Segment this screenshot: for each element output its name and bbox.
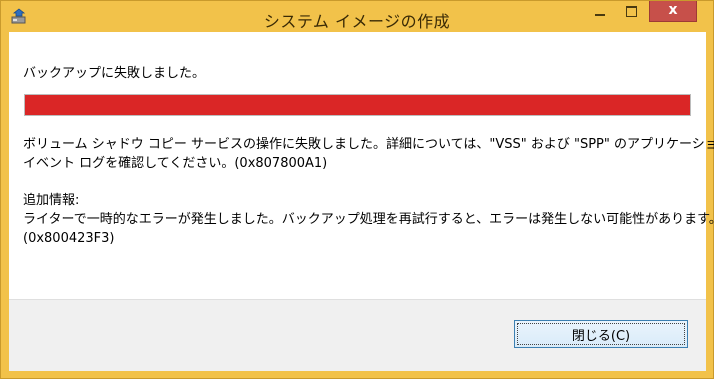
dialog-window: システム イメージの作成 x バックアップに失敗しました。 ボリューム シャドウ… (0, 0, 714, 379)
maximize-button[interactable] (618, 1, 645, 22)
progress-bar (24, 94, 691, 116)
close-window-button[interactable]: x (649, 1, 697, 22)
error-message-line-2: イベント ログを確認してください。(0x807800A1) (23, 156, 328, 171)
additional-info-title: 追加情報: (23, 193, 80, 208)
title-bar[interactable]: システム イメージの作成 x (1, 1, 713, 32)
dialog-footer: 閉じる(C) (9, 299, 706, 371)
close-button[interactable]: 閉じる(C) (514, 320, 688, 348)
close-icon: x (668, 2, 678, 18)
close-button-label: 閉じる(C) (517, 323, 685, 345)
error-message-line-1: ボリューム シャドウ コピー サービスの操作に失敗しました。詳細については、"V… (23, 137, 714, 152)
additional-info-line-2: (0x800423F3) (23, 231, 115, 246)
progress-bar-fill (25, 95, 690, 115)
minimize-button[interactable] (587, 1, 614, 22)
additional-info-line-1: ライターで一時的なエラーが発生しました。バックアップ処理を再試行すると、エラーは… (23, 212, 714, 227)
dialog-content: バックアップに失敗しました。 ボリューム シャドウ コピー サービスの操作に失敗… (9, 32, 714, 371)
status-heading: バックアップに失敗しました。 (23, 66, 206, 81)
